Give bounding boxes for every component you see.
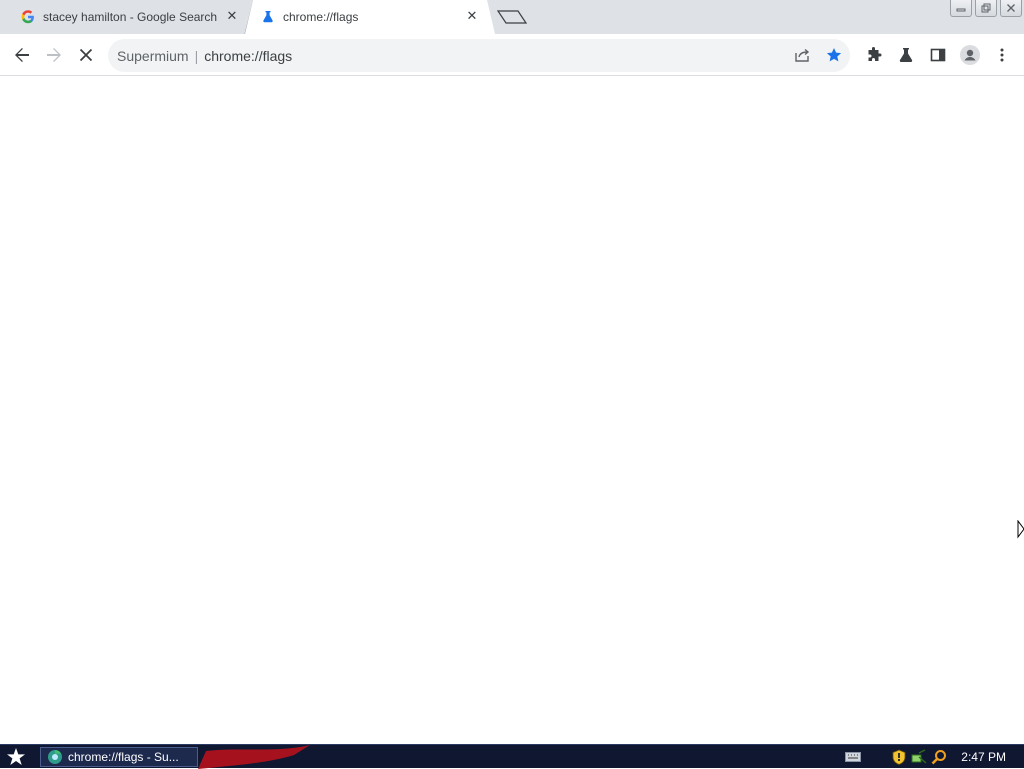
- back-icon[interactable]: [10, 43, 34, 67]
- close-tab-icon[interactable]: ✕: [225, 9, 239, 23]
- menu-icon[interactable]: [990, 43, 1014, 67]
- tab-chrome-flags[interactable]: chrome://flags ✕: [245, 0, 495, 34]
- browser-toolbar: Supermium | chrome://flags: [0, 34, 1024, 76]
- google-icon: [21, 10, 35, 24]
- tab-google-search[interactable]: stacey hamilton - Google Search ✕: [0, 0, 254, 36]
- browser-app-icon: [48, 750, 62, 764]
- omnibox[interactable]: Supermium | chrome://flags: [108, 39, 850, 72]
- taskbar-item-label: chrome://flags - Su...: [68, 750, 179, 764]
- shield-icon[interactable]: [891, 749, 907, 765]
- omnibox-separator: |: [194, 48, 199, 64]
- tab-title: stacey hamilton - Google Search: [43, 10, 218, 24]
- forward-icon[interactable]: [42, 43, 66, 67]
- close-window-button[interactable]: [1000, 0, 1022, 17]
- taskbar-item-browser[interactable]: chrome://flags - Su...: [40, 747, 198, 767]
- tab-title: chrome://flags: [283, 10, 359, 24]
- decorative-swoosh: [198, 745, 310, 769]
- share-icon[interactable]: [790, 43, 814, 67]
- extensions-icon[interactable]: [862, 43, 886, 67]
- new-tab-button[interactable]: [496, 10, 528, 24]
- restore-button[interactable]: [975, 0, 997, 17]
- bookmark-star-icon[interactable]: [822, 43, 846, 67]
- page-content: [0, 77, 1024, 744]
- mouse-cursor-icon: [1017, 519, 1024, 545]
- profile-icon[interactable]: [958, 43, 982, 67]
- start-button[interactable]: [4, 747, 28, 767]
- system-tray: 2:47 PM: [843, 745, 1024, 769]
- tab-strip: stacey hamilton - Google Search ✕ chrome…: [0, 0, 1024, 36]
- omnibox-label: Supermium: [117, 48, 189, 64]
- omnibox-text[interactable]: Supermium | chrome://flags: [117, 48, 292, 64]
- star-icon: [7, 748, 25, 765]
- taskbar: chrome://flags - Su... 2:47 PM: [0, 744, 1024, 769]
- flask-pin-icon: [261, 10, 275, 24]
- side-panel-icon[interactable]: [926, 43, 950, 67]
- minimize-button[interactable]: [950, 0, 972, 17]
- stop-icon[interactable]: [74, 43, 98, 67]
- window-controls: [950, 0, 1022, 17]
- search-icon[interactable]: [931, 749, 947, 765]
- labs-icon[interactable]: [894, 43, 918, 67]
- url-text: chrome://flags: [204, 48, 293, 64]
- network-icon[interactable]: [911, 749, 927, 765]
- close-tab-icon[interactable]: ✕: [465, 9, 479, 23]
- taskbar-clock[interactable]: 2:47 PM: [961, 750, 1006, 764]
- keyboard-icon[interactable]: [845, 749, 862, 765]
